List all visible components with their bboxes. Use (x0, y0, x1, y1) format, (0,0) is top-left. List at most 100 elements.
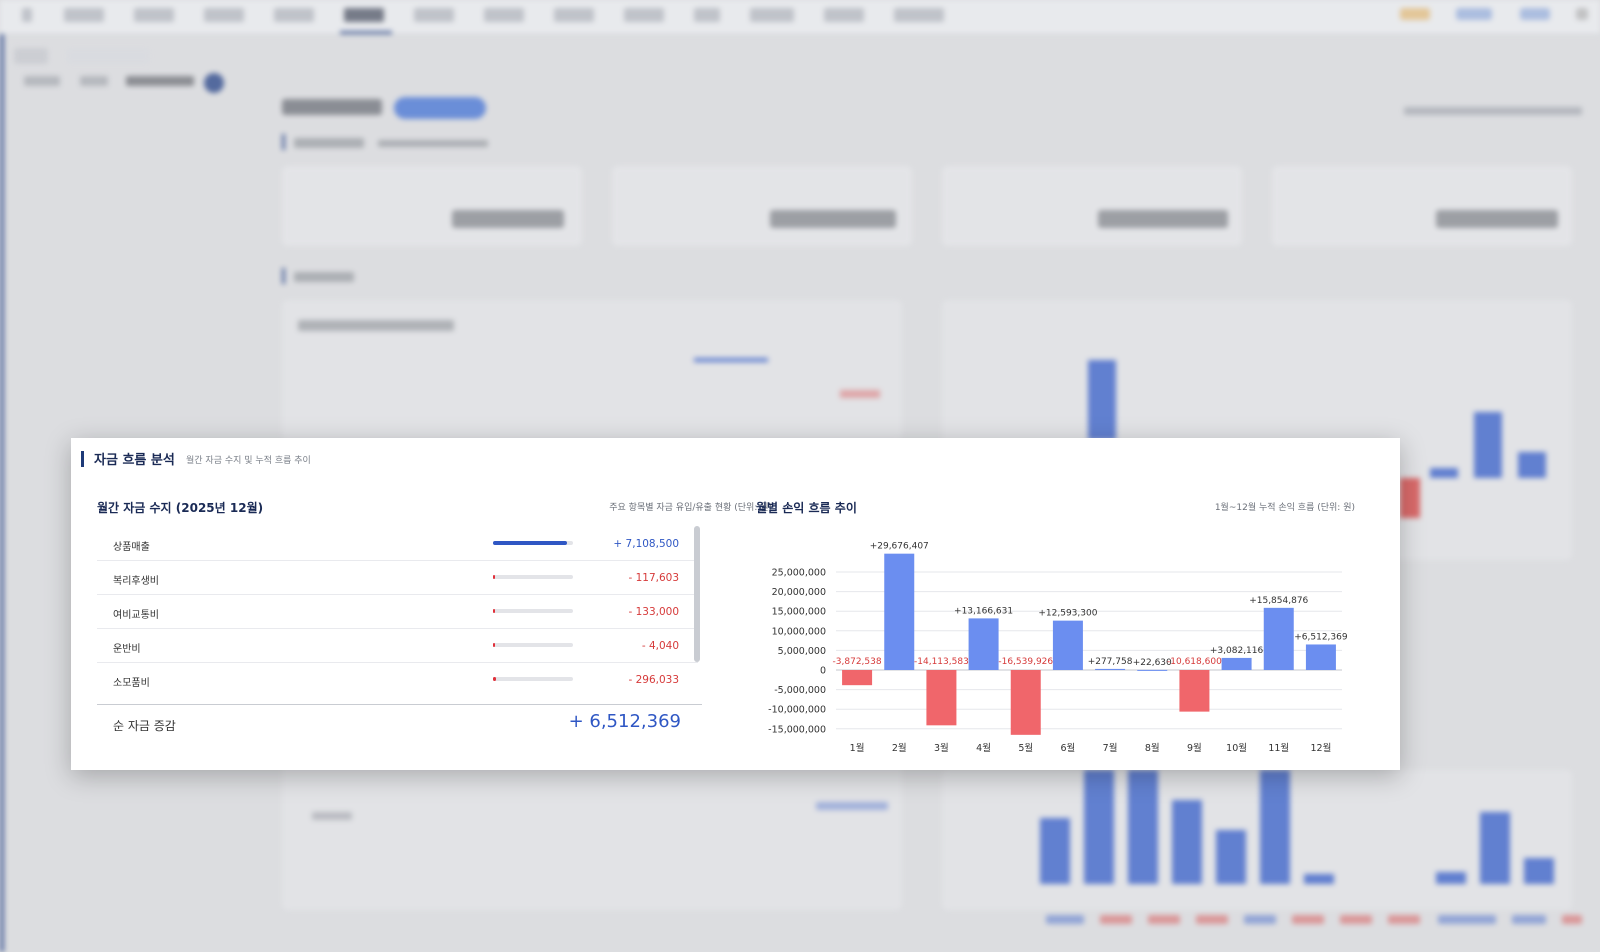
x-tick-label: 3월 (934, 742, 949, 754)
background-section-marker (282, 268, 285, 284)
background-section-subtitle (378, 140, 488, 147)
list-item[interactable]: 소모품비 - 296,033 (97, 662, 698, 696)
data-label: +12,593,300 (1038, 609, 1097, 619)
nav-home-icon (22, 8, 32, 22)
y-tick-label: -5,000,000 (774, 685, 826, 696)
background-bar (1084, 770, 1114, 884)
item-amount: - 4,040 (641, 640, 679, 652)
page-tab (66, 48, 150, 64)
section-marker (81, 451, 84, 467)
background-bar (1172, 800, 1202, 884)
data-label: +277,758 (1088, 657, 1133, 667)
y-tick-label: 15,000,000 (772, 607, 826, 618)
list-scrollbar[interactable] (694, 526, 700, 662)
background-status-pill (394, 97, 486, 119)
nav-item (750, 8, 794, 22)
chart-bar (1052, 620, 1083, 670)
background-label (312, 812, 352, 820)
y-tick-label: 5,000,000 (778, 646, 826, 657)
y-tick-label: 20,000,000 (772, 587, 826, 598)
list-item[interactable]: 복리후생비 - 117,603 (97, 560, 698, 595)
chart-bar (926, 670, 957, 726)
background-meta (1404, 107, 1582, 115)
background-footer-value (1562, 915, 1582, 924)
nav-item (484, 8, 524, 22)
background-section-title (294, 138, 364, 148)
data-label: +6,512,369 (1294, 632, 1348, 642)
background-bar (1128, 770, 1158, 884)
nav-item (64, 8, 104, 22)
chart-bar (1137, 669, 1168, 671)
item-share-track (493, 643, 573, 647)
item-share-bar (493, 575, 495, 579)
background-section-marker (282, 134, 285, 150)
background-kpi-value (770, 210, 896, 228)
item-share-track (493, 541, 573, 545)
trend-chart-note: 1월~12월 누적 손익 흐름 (단위: 원) (1214, 503, 1355, 513)
chart-bar (1095, 668, 1126, 670)
sidebar-edge (0, 34, 4, 952)
background-footer-value (1388, 915, 1420, 924)
background-footer-value (1292, 915, 1324, 924)
y-tick-label: 25,000,000 (772, 568, 826, 579)
chart-bar (968, 618, 999, 670)
data-label: -3,872,538 (833, 657, 882, 667)
background-kpi-card (942, 166, 1242, 246)
nav-item (894, 8, 944, 22)
nav-item (134, 8, 174, 22)
nav-badge (1400, 8, 1430, 20)
chart-bar (1179, 670, 1210, 712)
item-share-track (493, 609, 573, 613)
list-item[interactable]: 상품매출 + 7,108,500 (97, 526, 698, 561)
chart-bar (1305, 644, 1336, 670)
monthly-pnl-bar-chart: 25,000,000 20,000,000 15,000,000 10,000,000… (768, 542, 1348, 754)
background-kpi-card (282, 166, 582, 246)
chart-bar (1010, 670, 1041, 735)
background-bar (1474, 412, 1502, 478)
background-kpi-card (1272, 166, 1572, 246)
background-footer-value (1100, 915, 1132, 924)
background-page-title (282, 99, 382, 115)
item-label: 소모품비 (113, 678, 150, 689)
background-kpi-value (1098, 210, 1228, 228)
nav-link (1456, 8, 1492, 20)
y-tick-label: -15,000,000 (768, 724, 826, 735)
x-tick-label: 9월 (1187, 742, 1202, 754)
background-footer-value (1148, 915, 1180, 924)
background-footer-value (1196, 915, 1228, 924)
x-tick-label: 11월 (1268, 742, 1289, 754)
x-tick-label: 5월 (1018, 742, 1033, 754)
nav-item (694, 8, 720, 22)
item-label: 여비교통비 (113, 610, 159, 621)
section-title: 자금 흐름 분석 (94, 453, 175, 468)
nav-item (554, 8, 594, 22)
cash-flow-analysis-card: 자금 흐름 분석 월간 자금 수지 및 누적 흐름 추이 월간 자금 수지 (2… (71, 438, 1400, 770)
page-tab (14, 48, 48, 64)
data-label: -14,113,583 (914, 657, 969, 667)
monthly-flow-title: 월간 자금 수지 (2025년 12월) (97, 501, 264, 515)
list-item[interactable]: 운반비 - 4,040 (97, 628, 698, 663)
breadcrumb-item (126, 76, 194, 86)
section-subtitle: 월간 자금 수지 및 누적 흐름 추이 (186, 456, 311, 466)
background-kpi-card (612, 166, 912, 246)
y-tick-label: 0 (820, 666, 826, 677)
background-label (816, 802, 888, 810)
nav-item-active (344, 8, 384, 22)
chart-bar (842, 670, 873, 686)
background-bar (1260, 770, 1290, 884)
chart-bar (1263, 607, 1294, 670)
background-panel-title (298, 320, 454, 331)
info-icon (204, 73, 224, 93)
x-tick-label: 6월 (1061, 742, 1076, 754)
net-change-label: 순 자금 증감 (113, 719, 176, 733)
background-footer-value (1046, 915, 1084, 924)
background-section-title (294, 272, 354, 282)
item-share-bar (493, 609, 495, 613)
background-bar (1480, 812, 1510, 884)
data-label: +13,166,631 (954, 606, 1013, 616)
background-footer-value (1340, 915, 1372, 924)
item-share-track (493, 677, 573, 681)
data-label: +15,854,876 (1249, 596, 1308, 606)
data-label: -10,618,600 (1167, 657, 1222, 667)
list-item[interactable]: 여비교통비 - 133,000 (97, 594, 698, 629)
